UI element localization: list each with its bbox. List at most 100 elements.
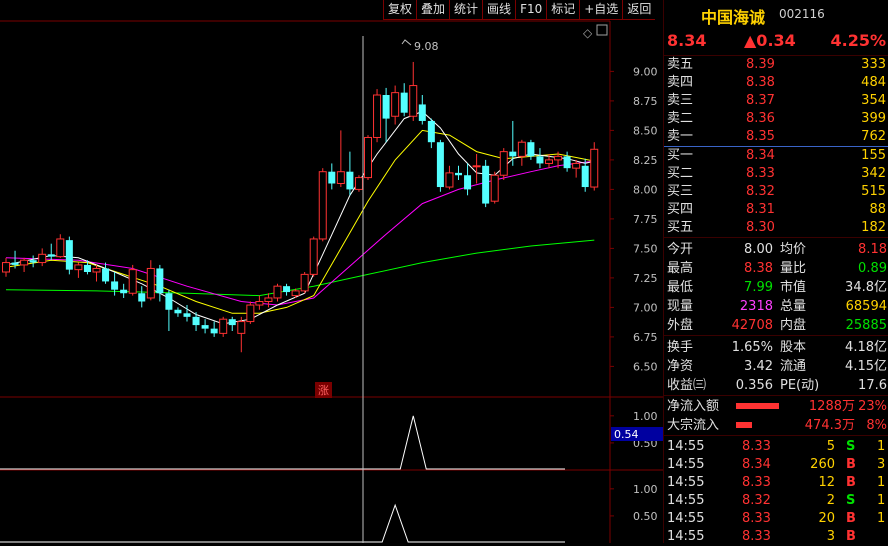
- candle-body: [264, 297, 273, 302]
- candle-body: [283, 286, 291, 293]
- stat-value: 1.65%: [731, 340, 773, 355]
- candle: [427, 118, 435, 149]
- ask-price: 8.35: [746, 129, 775, 144]
- ma20-line: [5, 160, 595, 306]
- tick-time: 14:55: [667, 457, 705, 472]
- toolbar-overlay-button[interactable]: 叠加: [416, 0, 450, 20]
- candle-body: [445, 172, 454, 188]
- diamond-icon[interactable]: ◇: [583, 26, 593, 40]
- candle: [418, 95, 426, 125]
- stock-name[interactable]: 中国海诚: [701, 4, 765, 28]
- tick-row: 14:55 8.33 12 B 1: [664, 474, 888, 492]
- candle-body: [554, 155, 563, 161]
- price-tick-label: 8.75: [633, 95, 658, 108]
- bid-row[interactable]: 买二 8.33 342: [664, 165, 888, 183]
- candle-body: [102, 268, 110, 282]
- price-tick-label: 7.50: [633, 242, 658, 255]
- candle-body: [56, 238, 65, 258]
- candlesticks[interactable]: [2, 61, 599, 353]
- flow-bar: [736, 422, 752, 428]
- bid-row[interactable]: 买四 8.31 88: [664, 201, 888, 219]
- ask-row[interactable]: 卖三 8.37 354: [664, 92, 888, 110]
- candle-body: [228, 319, 236, 326]
- candle: [455, 165, 462, 180]
- candle: [354, 175, 363, 192]
- tick-price: 8.33: [742, 475, 771, 490]
- price-tick-label: 6.75: [633, 331, 658, 344]
- toolbar-draw-button[interactable]: 画线: [482, 0, 516, 20]
- flow-value: 474.3万: [804, 418, 855, 433]
- bid-price: 8.32: [746, 184, 775, 199]
- stat-row: 今开 8.00 均价 8.18: [664, 240, 888, 259]
- candle: [318, 168, 327, 242]
- bid-row[interactable]: 买五 8.30 182: [664, 219, 888, 237]
- indicator-tick-label: 1.00: [633, 483, 658, 496]
- candle: [346, 151, 354, 196]
- tick-row: 14:55 8.34 260 B 3: [664, 456, 888, 474]
- bid-row[interactable]: 买一 8.34 155: [664, 147, 888, 165]
- stat-label: 均价: [780, 242, 807, 257]
- stat-label: PE(动): [780, 378, 820, 393]
- window-box-icon[interactable]: [596, 24, 608, 36]
- ask-row[interactable]: 卖二 8.36 399: [664, 110, 888, 128]
- toolbar-add-watchlist-button[interactable]: +自选: [579, 0, 623, 20]
- candle: [590, 142, 599, 191]
- candle-body: [563, 156, 571, 169]
- ma5-line: [5, 110, 595, 325]
- stat-label: 最低: [667, 280, 694, 295]
- candle: [183, 305, 191, 322]
- candle-body: [300, 273, 309, 292]
- bid-volume: 155: [861, 148, 886, 163]
- candle-body: [482, 165, 490, 204]
- candle: [509, 120, 517, 166]
- candle-body: [273, 285, 282, 299]
- candle: [237, 316, 246, 353]
- toolbar-fuquan-button[interactable]: 复权: [383, 0, 417, 20]
- tick-row: 14:55 8.33 3 B: [664, 528, 888, 546]
- candle: [283, 283, 291, 296]
- ask-row[interactable]: 卖五 8.39 333: [664, 56, 888, 74]
- kline-panel[interactable]: 复权 叠加 统计 画线 F10 标记 +自选 返回 9.00 8.75 8.50 8.…: [0, 0, 663, 543]
- price-axis: 9.00 8.75 8.50 8.25 8.00 7.75 7.50 7.25 7.00 6.75…: [610, 65, 658, 373]
- candle-body: [74, 264, 83, 271]
- tick-time: 14:55: [667, 439, 705, 454]
- percent-change: 4.25%: [830, 31, 886, 50]
- bid-book: 买一 8.34 155 买二 8.33 342 买三 8.32 515 买四 8.31…: [664, 147, 888, 238]
- ask-row[interactable]: 卖一 8.35 762: [664, 128, 888, 146]
- price-tick-label: 7.75: [633, 213, 658, 226]
- indicator-panel-2: 1.00 0.50: [0, 483, 658, 543]
- toolbar-f10-button[interactable]: F10: [515, 0, 547, 20]
- last-price: 8.34: [667, 31, 707, 50]
- candle-body: [336, 171, 345, 184]
- toolbar-mark-button[interactable]: 标记: [546, 0, 580, 20]
- toolbar-back-button[interactable]: 返回: [622, 0, 656, 20]
- tick-row: 14:55 8.33 5 S 1: [664, 438, 888, 456]
- indicator-tick-label: 0.50: [633, 437, 658, 450]
- candle: [536, 148, 544, 169]
- tick-price: 8.32: [742, 493, 771, 508]
- ask-label: 卖三: [667, 93, 694, 108]
- toolbar-stats-button[interactable]: 统计: [449, 0, 483, 20]
- flow-row: 净流入额 1288万 23%: [664, 397, 888, 416]
- ask-row[interactable]: 卖四 8.38 484: [664, 74, 888, 92]
- candle-body: [83, 264, 91, 272]
- chart-toolbar: 复权 叠加 统计 画线 F10 标记 +自选 返回: [383, 0, 656, 20]
- stat-label: 流通: [780, 359, 807, 374]
- flow-label: 大宗流入: [667, 418, 720, 433]
- candle: [328, 163, 336, 190]
- candle-body: [219, 318, 228, 334]
- tick-side: B: [846, 511, 856, 526]
- stat-value: 2318: [739, 299, 773, 314]
- candle-body: [536, 156, 544, 164]
- candle-body: [490, 174, 499, 202]
- ask-label: 卖一: [667, 129, 694, 144]
- bid-row[interactable]: 买三 8.32 515: [664, 183, 888, 201]
- candle: [445, 165, 454, 190]
- candle: [38, 248, 47, 267]
- ask-price: 8.37: [746, 93, 775, 108]
- candle: [146, 260, 155, 301]
- candle: [490, 171, 499, 204]
- candle-body: [29, 260, 37, 263]
- candle: [192, 312, 200, 331]
- tick-price: 8.34: [742, 457, 771, 472]
